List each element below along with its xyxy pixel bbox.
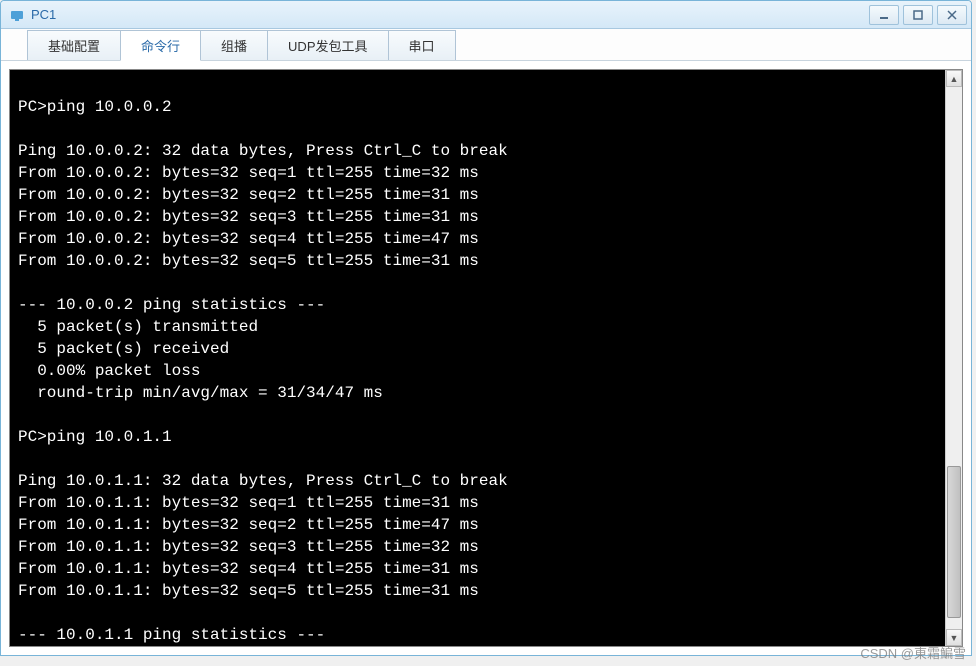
app-icon	[9, 7, 25, 23]
window-controls	[869, 5, 967, 25]
tab-3[interactable]: UDP发包工具	[267, 30, 388, 60]
tab-0[interactable]: 基础配置	[27, 30, 121, 60]
scroll-thumb[interactable]	[947, 466, 961, 618]
tab-bar: 基础配置命令行组播UDP发包工具串口	[1, 29, 971, 61]
minimize-button[interactable]	[869, 5, 899, 25]
scroll-track[interactable]	[946, 87, 962, 629]
terminal-output[interactable]: PC>ping 10.0.0.2 Ping 10.0.0.2: 32 data …	[10, 70, 945, 646]
close-button[interactable]	[937, 5, 967, 25]
maximize-button[interactable]	[903, 5, 933, 25]
terminal-container: PC>ping 10.0.0.2 Ping 10.0.0.2: 32 data …	[9, 69, 963, 647]
tab-2[interactable]: 组播	[200, 30, 268, 60]
scroll-up-button[interactable]: ▲	[946, 70, 962, 87]
app-window: PC1 基础配置命令行组播UDP发包工具串口 PC>ping 10.0.0.2 …	[0, 0, 972, 656]
tab-1[interactable]: 命令行	[120, 30, 201, 61]
vertical-scrollbar[interactable]: ▲ ▼	[945, 70, 962, 646]
content-area: PC>ping 10.0.0.2 Ping 10.0.0.2: 32 data …	[1, 61, 971, 655]
tab-4[interactable]: 串口	[388, 30, 456, 60]
titlebar[interactable]: PC1	[1, 1, 971, 29]
scroll-down-button[interactable]: ▼	[946, 629, 962, 646]
window-title: PC1	[31, 7, 869, 22]
